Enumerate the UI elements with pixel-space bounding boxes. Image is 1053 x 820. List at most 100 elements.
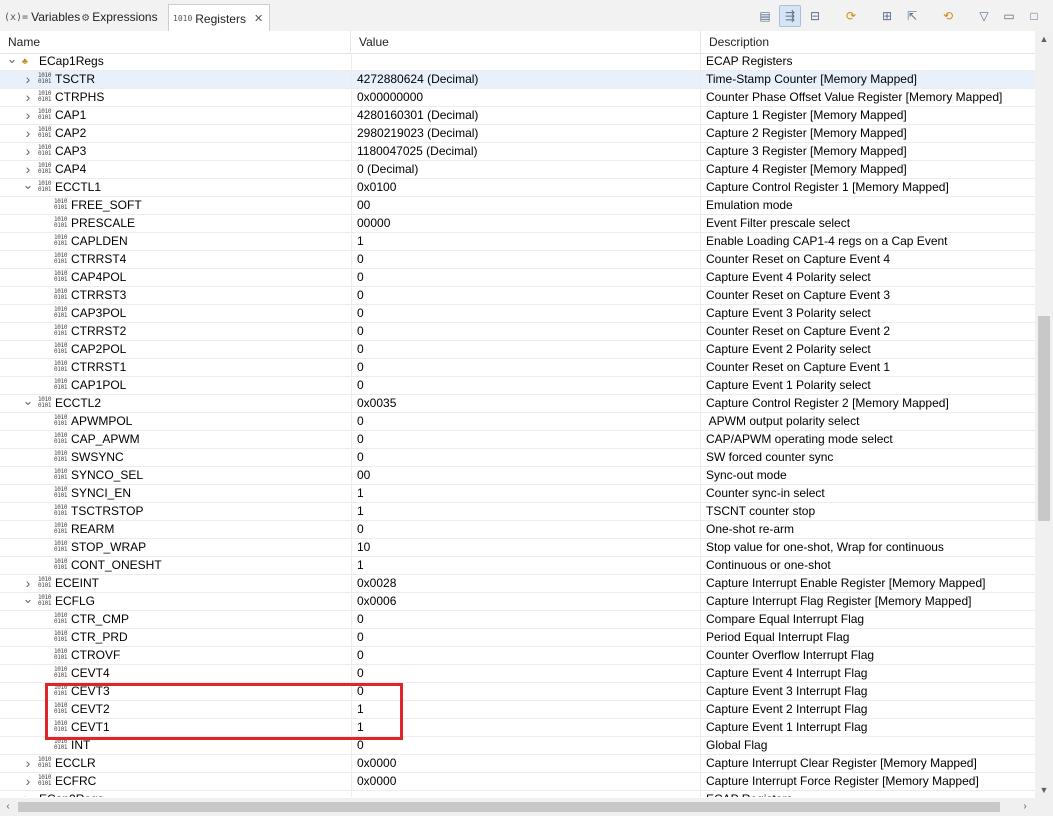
table-row[interactable]: › 1010 0101 CTRPHS 0x00000000 Counter Phase O… <box>0 89 1035 107</box>
value-cell[interactable]: 0x00000000 <box>351 89 701 106</box>
value-cell[interactable] <box>351 53 701 70</box>
table-row[interactable]: 1010 0101 CEVT2 1 Capture Event 2 Interrupt … <box>0 701 1035 719</box>
table-row[interactable]: 1010 0101 SYNCO_SEL 00 Sync-out mode <box>0 467 1035 485</box>
table-row[interactable]: 1010 0101 CAP2POL 0 Capture Event 2 Polarity… <box>0 341 1035 359</box>
collapse-all-icon[interactable]: ⊟ <box>804 5 826 27</box>
tab-registers[interactable]: 1010 Registers ✕ <box>168 4 271 32</box>
vertical-scroll-thumb[interactable] <box>1038 316 1050 521</box>
table-row[interactable]: 1010 0101 CONT_ONESHT 1 Continuous or one-sh… <box>0 557 1035 575</box>
value-cell[interactable]: 0 <box>351 359 701 376</box>
value-cell[interactable]: 0x0000 <box>351 773 701 790</box>
value-cell[interactable]: 0 <box>351 251 701 268</box>
value-cell[interactable]: 0x0028 <box>351 575 701 592</box>
view-menu-icon[interactable]: ▽ <box>973 5 995 27</box>
value-cell[interactable]: 1 <box>351 719 701 736</box>
chevron-right-icon[interactable]: › <box>22 575 34 592</box>
remove-register-group-icon[interactable]: ▤ <box>754 5 776 27</box>
table-row[interactable]: › 1010 0101 ECFRC 0x0000 Capture Interrupt Fo… <box>0 773 1035 791</box>
table-row[interactable]: 1010 0101 CEVT3 0 Capture Event 3 Interrupt … <box>0 683 1035 701</box>
table-row[interactable]: 1010 0101 CAP1POL 0 Capture Event 1 Polarity… <box>0 377 1035 395</box>
table-row[interactable]: › 1010 0101 ECCLR 0x0000 Capture Interrupt Cl… <box>0 755 1035 773</box>
value-cell[interactable]: 1 <box>351 503 701 520</box>
value-cell[interactable]: 0x0100 <box>351 179 701 196</box>
column-header-description[interactable]: Description <box>701 31 1035 53</box>
value-cell[interactable]: 0 <box>351 737 701 754</box>
table-row[interactable]: › ♣ECap2Regs ECAP Registers <box>0 791 1035 797</box>
table-row[interactable]: 1010 0101 SWSYNC 0 SW forced counter sync <box>0 449 1035 467</box>
value-cell[interactable]: 00 <box>351 467 701 484</box>
value-cell[interactable]: 0 <box>351 665 701 682</box>
value-cell[interactable]: 0 <box>351 431 701 448</box>
new-group-icon[interactable]: ⊞ <box>876 5 898 27</box>
value-cell[interactable]: 0 <box>351 287 701 304</box>
table-row[interactable]: 1010 0101 INT 0 Global Flag <box>0 737 1035 755</box>
continuous-refresh-icon[interactable]: ⟲ <box>937 5 959 27</box>
chevron-down-icon[interactable]: ⌄ <box>22 593 34 610</box>
value-cell[interactable]: 4280160301 (Decimal) <box>351 107 701 124</box>
table-row[interactable]: ⌄ 1010 0101 ECFLG 0x0006 Capture Interrupt Fl… <box>0 593 1035 611</box>
column-header-name[interactable]: Name <box>0 31 351 53</box>
table-row[interactable]: 1010 0101 CAPLDEN 1 Enable Loading CAP1-4 re… <box>0 233 1035 251</box>
value-cell[interactable]: 0 <box>351 413 701 430</box>
chevron-right-icon[interactable]: › <box>22 161 34 178</box>
table-row[interactable]: 1010 0101 STOP_WRAP 10 Stop value for one-sh… <box>0 539 1035 557</box>
value-cell[interactable]: 0x0000 <box>351 755 701 772</box>
table-row[interactable]: 1010 0101 APWMPOL 0 APWM output polarity se… <box>0 413 1035 431</box>
chevron-right-icon[interactable]: › <box>22 143 34 160</box>
table-row[interactable]: 1010 0101 CAP4POL 0 Capture Event 4 Polarity… <box>0 269 1035 287</box>
value-cell[interactable]: 0 <box>351 611 701 628</box>
close-icon[interactable]: ✕ <box>254 12 263 25</box>
table-row[interactable]: 1010 0101 REARM 0 One-shot re-arm <box>0 521 1035 539</box>
table-row[interactable]: › 1010 0101 ECEINT 0x0028 Capture Interrupt E… <box>0 575 1035 593</box>
table-row[interactable]: › 1010 0101 TSCTR 4272880624 (Decimal) Time-S… <box>0 71 1035 89</box>
value-cell[interactable]: 0 <box>351 377 701 394</box>
value-cell[interactable]: 0 <box>351 647 701 664</box>
table-row[interactable]: 1010 0101 CTRRST2 0 Counter Reset on Capture… <box>0 323 1035 341</box>
table-row[interactable]: 1010 0101 CEVT1 1 Capture Event 1 Interrupt … <box>0 719 1035 737</box>
scroll-up-icon[interactable]: ▲ <box>1035 31 1053 47</box>
export-icon[interactable]: ⇱ <box>901 5 923 27</box>
value-cell[interactable]: 0x0006 <box>351 593 701 610</box>
chevron-right-icon[interactable]: › <box>22 71 34 88</box>
value-cell[interactable]: 0 <box>351 521 701 538</box>
tab-variables[interactable]: (x)= Variables <box>4 4 80 30</box>
table-row[interactable]: › 1010 0101 CAP3 1180047025 (Decimal) Capture… <box>0 143 1035 161</box>
table-row[interactable]: 1010 0101 TSCTRSTOP 1 TSCNT counter stop <box>0 503 1035 521</box>
chevron-down-icon[interactable]: ⌄ <box>6 53 18 70</box>
tab-expressions[interactable]: ⚙ Expressions <box>82 4 158 30</box>
scroll-right-icon[interactable]: › <box>1017 798 1033 816</box>
value-cell[interactable]: 1 <box>351 485 701 502</box>
value-cell[interactable]: 0x0035 <box>351 395 701 412</box>
table-row[interactable]: 1010 0101 CTRRST1 0 Counter Reset on Capture… <box>0 359 1035 377</box>
chevron-right-icon[interactable]: › <box>22 773 34 790</box>
chevron-down-icon[interactable]: ⌄ <box>22 395 34 412</box>
value-cell[interactable]: 0 <box>351 341 701 358</box>
column-header-value[interactable]: Value <box>351 31 701 53</box>
minimize-icon[interactable]: ▭ <box>998 5 1020 27</box>
table-row[interactable]: 1010 0101 FREE_SOFT 00 Emulation mode <box>0 197 1035 215</box>
value-cell[interactable]: 1 <box>351 233 701 250</box>
value-cell[interactable]: 0 (Decimal) <box>351 161 701 178</box>
scroll-down-icon[interactable]: ▼ <box>1035 782 1053 798</box>
table-row[interactable]: 1010 0101 SYNCI_EN 1 Counter sync-in select <box>0 485 1035 503</box>
value-cell[interactable]: 0 <box>351 305 701 322</box>
value-cell[interactable]: 0 <box>351 449 701 466</box>
table-row[interactable]: 1010 0101 CTRRST3 0 Counter Reset on Capture… <box>0 287 1035 305</box>
vertical-scrollbar[interactable]: ▲ ▼ <box>1035 31 1053 798</box>
chevron-right-icon[interactable]: › <box>22 89 34 106</box>
value-cell[interactable]: 4272880624 (Decimal) <box>351 71 701 88</box>
table-row[interactable]: 1010 0101 CAP_APWM 0 CAP/APWM operating mode… <box>0 431 1035 449</box>
layout-toggle-icon[interactable]: ⇶ <box>779 5 801 27</box>
value-cell[interactable]: 0 <box>351 629 701 646</box>
table-row[interactable]: ⌄ 1010 0101 ECCTL1 0x0100 Capture Control Reg… <box>0 179 1035 197</box>
table-row[interactable]: 1010 0101 CTR_CMP 0 Compare Equal Interrupt … <box>0 611 1035 629</box>
table-row[interactable]: › 1010 0101 CAP1 4280160301 (Decimal) Capture… <box>0 107 1035 125</box>
value-cell[interactable]: 0 <box>351 683 701 700</box>
table-row[interactable]: › 1010 0101 CAP4 0 (Decimal) Capture 4 Regist… <box>0 161 1035 179</box>
chevron-down-icon[interactable]: ⌄ <box>22 179 34 196</box>
chevron-right-icon[interactable]: › <box>22 125 34 142</box>
maximize-icon[interactable]: □ <box>1023 5 1045 27</box>
chevron-right-icon[interactable]: › <box>22 107 34 124</box>
value-cell[interactable] <box>351 791 701 797</box>
value-cell[interactable]: 1 <box>351 701 701 718</box>
